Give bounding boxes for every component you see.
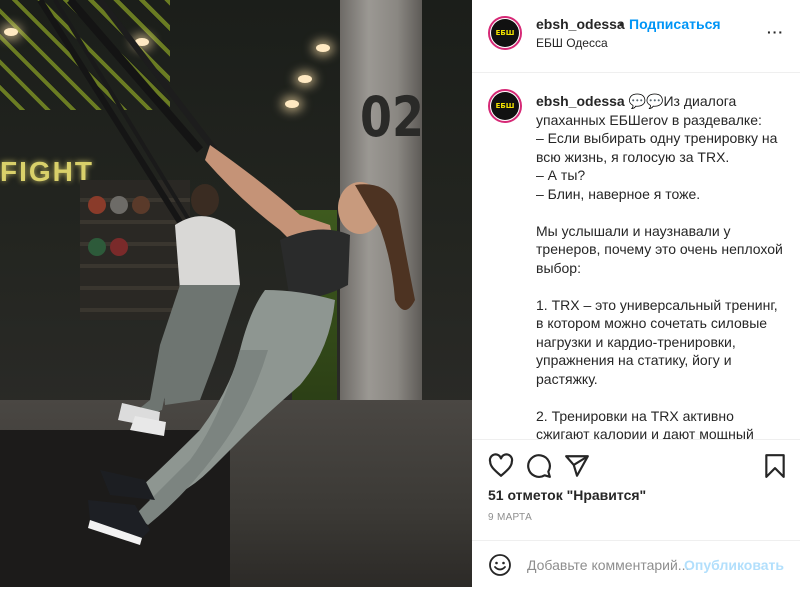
publish-button[interactable]: Опубликовать	[684, 557, 784, 573]
username-link[interactable]: ebsh_odessa	[536, 16, 625, 32]
caption-section: ЕБШ ebsh_odessa 💬💬​Из диалога упаханных …	[472, 73, 800, 439]
post-photo[interactable]: FIGHT 02	[0, 0, 472, 587]
avatar-image: ЕБШ	[491, 19, 519, 47]
comment-icon[interactable]	[526, 453, 552, 479]
caption-text: ebsh_odessa 💬💬​Из диалога упаханных ЕБШe…	[536, 92, 786, 439]
post-header: ЕБШ ebsh_odessa • Подписаться ЕБШ Одесса…	[472, 0, 800, 73]
bookmark-icon[interactable]	[762, 453, 788, 479]
post-date[interactable]: 9 МАРТА	[488, 512, 532, 523]
follow-button[interactable]: Подписаться	[629, 16, 721, 32]
athletes-illustration	[37, 0, 415, 545]
avatar[interactable]: ЕБШ	[488, 16, 522, 50]
separator-dot: •	[619, 16, 624, 32]
caption-body: 💬💬​Из диалога упаханных ЕБШerov в раздев…	[536, 93, 783, 439]
location-link[interactable]: ЕБШ Одесса	[536, 36, 608, 50]
avatar[interactable]: ЕБШ	[488, 89, 522, 123]
heart-icon[interactable]	[488, 453, 514, 479]
caption-username[interactable]: ebsh_odessa	[536, 93, 625, 109]
avatar-logo: ЕБШ	[495, 102, 515, 110]
avatar-logo: ЕБШ	[495, 29, 515, 37]
post-dialog: FIGHT 02 ЕБШ ebsh_odessa • Подписаться Е…	[0, 0, 800, 587]
share-icon[interactable]	[564, 453, 590, 479]
avatar-image: ЕБШ	[491, 92, 519, 120]
comment-bar: Добавьте комментарий... Опубликовать	[472, 540, 800, 589]
likes-count[interactable]: 51 отметок "Нравится"	[488, 487, 646, 503]
more-options-icon[interactable]: ···	[767, 24, 784, 40]
comment-input[interactable]: Добавьте комментарий...	[527, 557, 689, 573]
emoji-icon[interactable]	[488, 553, 512, 577]
actions-section: 51 отметок "Нравится" 9 МАРТА Добавьте к…	[472, 439, 800, 590]
